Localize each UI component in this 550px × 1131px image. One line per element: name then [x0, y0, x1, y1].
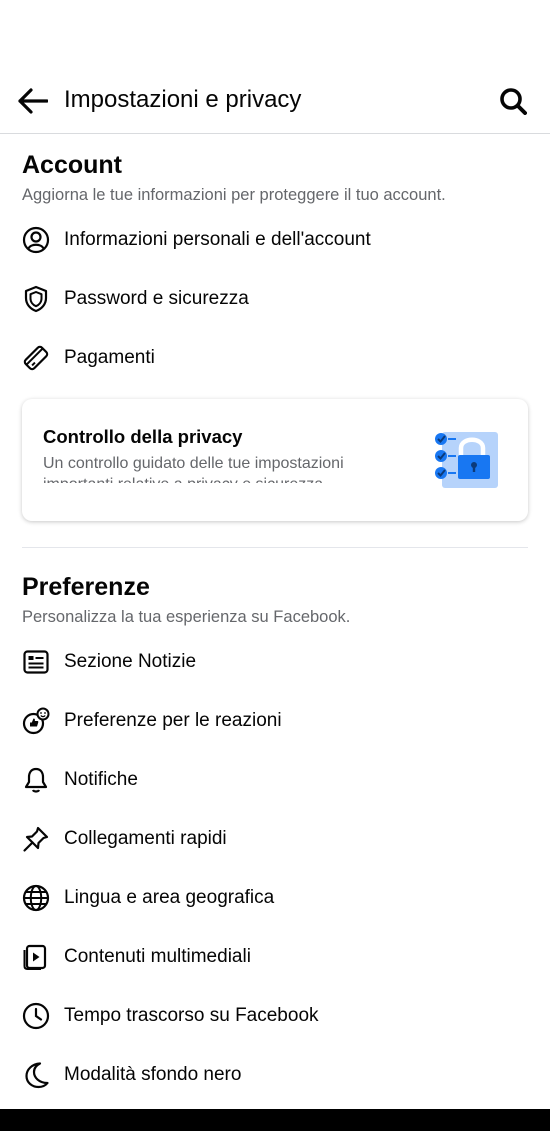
shield-icon — [22, 285, 50, 313]
system-navigation-bar — [0, 1109, 550, 1131]
preferences-section: Preferenze Personalizza la tua esperienz… — [0, 572, 550, 1104]
search-button[interactable] — [496, 84, 530, 118]
search-icon — [500, 88, 527, 115]
arrow-left-icon — [18, 88, 48, 114]
pin-icon — [22, 825, 50, 853]
menu-item-label: Password e sicurezza — [64, 287, 249, 309]
tag-icon — [22, 344, 50, 372]
media-icon — [22, 943, 50, 971]
menu-item-label: Informazioni personali e dell'account — [64, 228, 371, 250]
reactions-icon — [22, 707, 50, 735]
account-section: Account Aggiorna le tue informazioni per… — [0, 134, 550, 521]
menu-item-payments[interactable]: Pagamenti — [22, 328, 528, 387]
menu-item-personal-info[interactable]: Informazioni personali e dell'account — [22, 210, 528, 269]
menu-item-media[interactable]: Contenuti multimediali — [22, 927, 528, 986]
menu-item-label: Sezione Notizie — [64, 650, 197, 672]
globe-icon — [22, 884, 50, 912]
clock-icon — [22, 1002, 50, 1030]
menu-item-news-feed[interactable]: Sezione Notizie — [22, 632, 528, 691]
menu-item-password-security[interactable]: Password e sicurezza — [22, 269, 528, 328]
privacy-lock-checklist-icon — [435, 432, 498, 488]
news-feed-icon — [22, 648, 50, 676]
menu-item-label: Modalità sfondo nero — [64, 1063, 242, 1085]
back-button[interactable] — [16, 84, 50, 118]
moon-icon — [22, 1061, 50, 1089]
menu-item-language-region[interactable]: Lingua e area geografica — [22, 868, 528, 927]
menu-item-label: Contenuti multimediali — [64, 945, 251, 967]
profile-circle-icon — [22, 226, 50, 254]
menu-item-label: Pagamenti — [64, 346, 155, 368]
menu-item-label: Notifiche — [64, 768, 138, 790]
section-divider — [22, 547, 528, 548]
menu-item-label: Tempo trascorso su Facebook — [64, 1004, 319, 1026]
privacy-checkup-card[interactable]: Controllo della privacy Un controllo gui… — [22, 399, 528, 521]
menu-item-reactions[interactable]: Preferenze per le reazioni — [22, 691, 528, 750]
top-app-bar: Impostazioni e privacy — [0, 66, 550, 134]
menu-item-label: Lingua e area geografica — [64, 886, 275, 908]
page-title: Impostazioni e privacy — [64, 86, 302, 113]
menu-item-label: Preferenze per le reazioni — [64, 709, 282, 731]
menu-item-notifications[interactable]: Notifiche — [22, 750, 528, 809]
menu-item-time-on-facebook[interactable]: Tempo trascorso su Facebook — [22, 986, 528, 1045]
section-subtitle-preferences: Personalizza la tua esperienza su Facebo… — [22, 608, 351, 626]
privacy-card-description: Un controllo guidato delle tue impostazi… — [43, 455, 344, 483]
section-title-preferences: Preferenze — [22, 573, 150, 601]
status-bar — [0, 0, 550, 66]
section-title-account: Account — [22, 151, 122, 179]
section-subtitle-account: Aggiorna le tue informazioni per protegg… — [22, 186, 446, 204]
menu-item-dark-mode[interactable]: Modalità sfondo nero — [22, 1045, 528, 1104]
menu-item-shortcuts[interactable]: Collegamenti rapidi — [22, 809, 528, 868]
bell-icon — [22, 766, 50, 794]
menu-item-label: Collegamenti rapidi — [64, 827, 227, 849]
